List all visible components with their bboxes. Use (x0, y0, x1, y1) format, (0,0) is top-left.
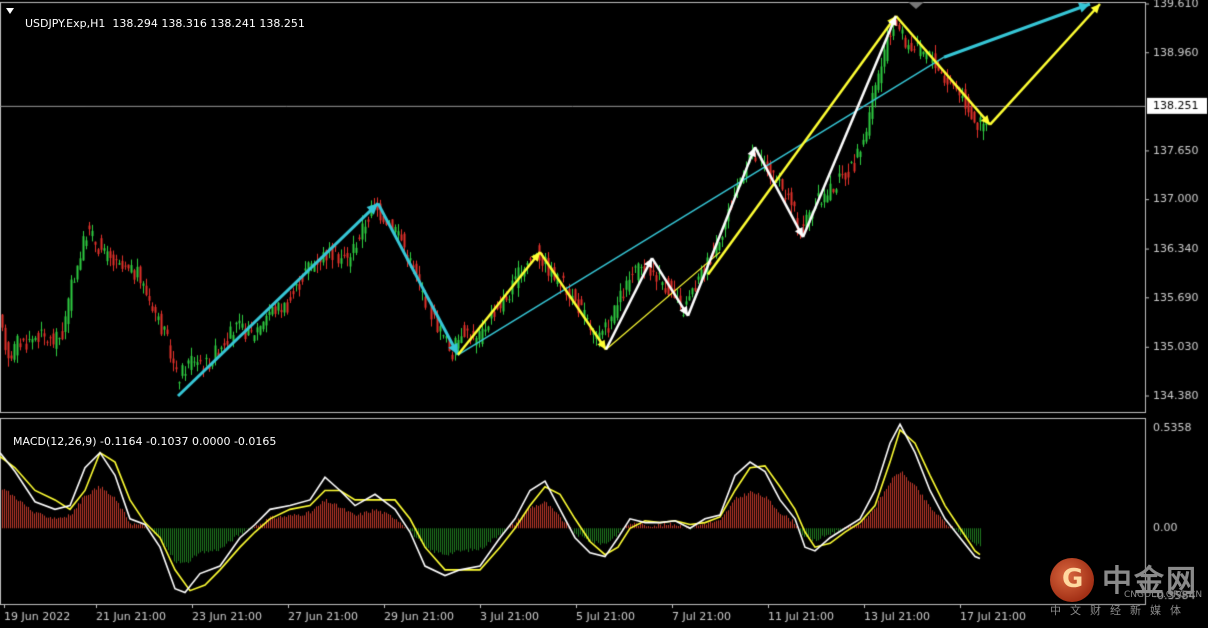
watermark-subtitle: 中文财经新媒体 (1050, 604, 1190, 617)
macd-values: -0.1164 -0.1037 0.0000 -0.0165 (100, 435, 277, 448)
macd-name: MACD(12,26,9) (13, 435, 97, 448)
watermark-name-en: CNGOLD.ORG.CN (1124, 590, 1203, 600)
watermark: G 中金网 CNGOLD.ORG.CN 中文财经新媒体 (1050, 556, 1203, 617)
watermark-logo-glyph: G (1062, 564, 1084, 594)
macd-header: MACD(12,26,9) -0.1164 -0.1037 0.0000 -0.… (6, 422, 276, 448)
symbol-menu-icon[interactable] (6, 8, 14, 14)
low-value: 138.241 (210, 17, 256, 30)
symbol-label: USDJPY.Exp,H1 (25, 17, 106, 30)
close-value: 138.251 (259, 17, 305, 30)
price-chart-canvas[interactable] (0, 0, 1208, 628)
high-value: 138.316 (161, 17, 207, 30)
chart-header: USDJPY.Exp,H1 138.294 138.316 138.241 13… (18, 4, 305, 30)
open-value: 138.294 (112, 17, 158, 30)
